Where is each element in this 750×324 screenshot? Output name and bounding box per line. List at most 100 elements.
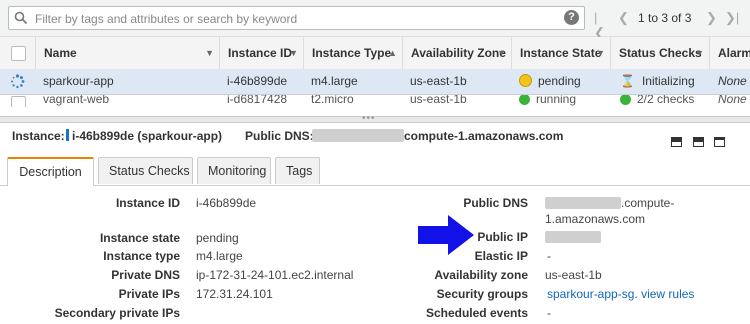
tab-status-checks[interactable]: Status Checks: [98, 157, 193, 184]
cell-instance-id: i-d6817428: [227, 95, 288, 106]
pending-status-icon: [519, 74, 532, 87]
column-header-status-checks[interactable]: Status Checks ▼: [610, 37, 710, 69]
security-group-link[interactable]: sparkour-app-sg: [547, 287, 634, 301]
drag-grip-icon: •••: [362, 113, 376, 124]
redacted-block: [545, 231, 601, 243]
cell-status-checks: ⌛ Initializing: [620, 69, 695, 94]
column-header-instance-type[interactable]: Instance Type ▲: [303, 37, 403, 69]
check-passed-icon: [620, 95, 631, 105]
cell-instance-id: i-46b899de: [227, 74, 288, 88]
loading-spinner-icon: [11, 74, 25, 89]
security-group-separator: .: [634, 287, 638, 301]
security-groups-label: Security groups: [436, 287, 528, 301]
column-label: Availability Zone: [411, 46, 506, 60]
previous-page-icon[interactable]: ❮: [618, 10, 629, 26]
help-icon[interactable]: ?: [564, 10, 579, 25]
search-input[interactable]: [33, 9, 557, 28]
instance-value: i-46b899de (sparkour-app): [66, 124, 222, 148]
column-label: Alarm: [718, 46, 750, 60]
private-dns-label: Private DNS: [111, 268, 180, 282]
last-page-icon[interactable]: ❯|: [725, 10, 739, 26]
cell-name: sparkour-app: [43, 74, 114, 88]
private-ips-value: 172.31.24.101: [196, 287, 273, 301]
public-dns-label: Public DNS:: [245, 129, 314, 143]
layout-max-icon[interactable]: [714, 137, 725, 147]
sort-down-icon: ▼: [289, 48, 298, 58]
public-ip-label: Public IP: [477, 230, 528, 244]
select-all-checkbox[interactable]: [11, 46, 26, 61]
cell-status-checks: 2/2 checks: [620, 95, 694, 107]
tab-description[interactable]: Description: [7, 157, 94, 186]
column-label: Name: [44, 46, 77, 60]
security-groups-value: sparkour-app-sg. view rules: [547, 287, 694, 301]
instance-id-label: Instance ID: [115, 196, 180, 210]
scheduled-events-value: -: [547, 306, 551, 320]
availability-zone-value: us-east-1b: [545, 268, 602, 282]
search-box[interactable]: ?: [8, 6, 585, 30]
column-header-alarm[interactable]: Alarm: [709, 37, 750, 69]
tab-monitoring[interactable]: Monitoring: [197, 157, 271, 184]
next-page-icon[interactable]: ❯: [706, 10, 717, 26]
cell-name: vagrant-web: [43, 95, 110, 106]
running-status-icon: [519, 95, 530, 105]
public-dns-field-label: Public DNS: [463, 196, 528, 210]
instance-id-value: i-46b899de: [196, 196, 257, 210]
cell-alarm: None: [718, 95, 747, 106]
view-rules-link[interactable]: view rules: [641, 287, 694, 301]
elastic-ip-value: -: [547, 249, 551, 263]
elastic-ip-label: Elastic IP: [474, 249, 528, 263]
redacted-block: [545, 197, 621, 209]
column-header-availability-zone[interactable]: Availability Zone ▼: [402, 37, 512, 69]
instances-table-header: Name ▼ Instance ID ▼ Instance Type ▲ Availa…: [0, 37, 750, 70]
table-row[interactable]: vagrant-web i-d6817428 t2.micro us-east-…: [0, 95, 750, 107]
column-header-instance-id[interactable]: Instance ID ▼: [219, 37, 304, 69]
column-label: Status Checks: [619, 46, 702, 60]
sort-up-icon: ▲: [388, 48, 397, 58]
filter-toolbar: ? |❮ ❮ 1 to 3 of 3 ❯ ❯|: [0, 0, 750, 40]
panel-resize-handle[interactable]: •••: [0, 113, 750, 124]
state-text: pending: [538, 74, 581, 88]
sort-down-icon: ▼: [497, 48, 506, 58]
column-header-name[interactable]: Name ▼: [35, 37, 220, 69]
pagination-text: 1 to 3 of 3: [638, 11, 692, 25]
public-dns-line2: 1.amazonaws.com: [545, 212, 646, 226]
availability-zone-label: Availability zone: [434, 268, 528, 282]
cell-alarm: None: [718, 74, 747, 88]
sort-down-icon: ▼: [695, 48, 704, 58]
state-text: running: [536, 95, 577, 106]
public-dns-line1: .compute-: [621, 196, 675, 210]
sort-down-icon: ▼: [596, 48, 605, 58]
column-label: Instance Type: [312, 46, 392, 60]
sort-down-icon: ▼: [205, 48, 214, 58]
panel-layout-icons: [664, 131, 725, 155]
redacted-block: [312, 129, 404, 142]
cell-availability-zone: us-east-1b: [410, 74, 467, 88]
layout-top-icon[interactable]: [671, 137, 683, 147]
cell-instance-type: t2.micro: [311, 95, 354, 106]
cell-instance-type: m4.large: [311, 74, 358, 88]
table-row[interactable]: sparkour-app i-46b899de m4.large us-east…: [0, 69, 750, 95]
layout-middle-icon[interactable]: [692, 137, 704, 147]
cell-instance-state: pending: [519, 69, 581, 94]
instance-type-label: Instance type: [103, 249, 180, 263]
hourglass-icon: ⌛: [620, 74, 635, 88]
row-checkbox[interactable]: [11, 96, 26, 107]
scheduled-events-label: Scheduled events: [425, 306, 528, 320]
search-icon: [14, 11, 28, 25]
instance-state-label: Instance state: [99, 231, 180, 245]
public-dns-field-value: .compute-: [545, 196, 674, 210]
column-label: Instance ID: [228, 46, 293, 60]
instance-type-value: m4.large: [196, 249, 243, 263]
status-checks-text: 2/2 checks: [637, 95, 695, 106]
cell-availability-zone: us-east-1b: [410, 95, 467, 106]
cell-instance-state: running: [519, 95, 576, 107]
secondary-private-ips-label: Secondary private IPs: [54, 306, 180, 320]
tab-tags[interactable]: Tags: [275, 157, 320, 184]
column-header-instance-state[interactable]: Instance State ▼: [511, 37, 611, 69]
arrow-right-icon: [418, 215, 474, 255]
instance-id-text: i-46b899de (sparkour-app): [72, 129, 223, 143]
column-label: Instance State: [520, 46, 602, 60]
details-tabs: Description Status Checks Monitoring Tag…: [0, 153, 750, 186]
public-ip-value: [545, 230, 601, 244]
private-ips-label: Private IPs: [118, 287, 180, 301]
